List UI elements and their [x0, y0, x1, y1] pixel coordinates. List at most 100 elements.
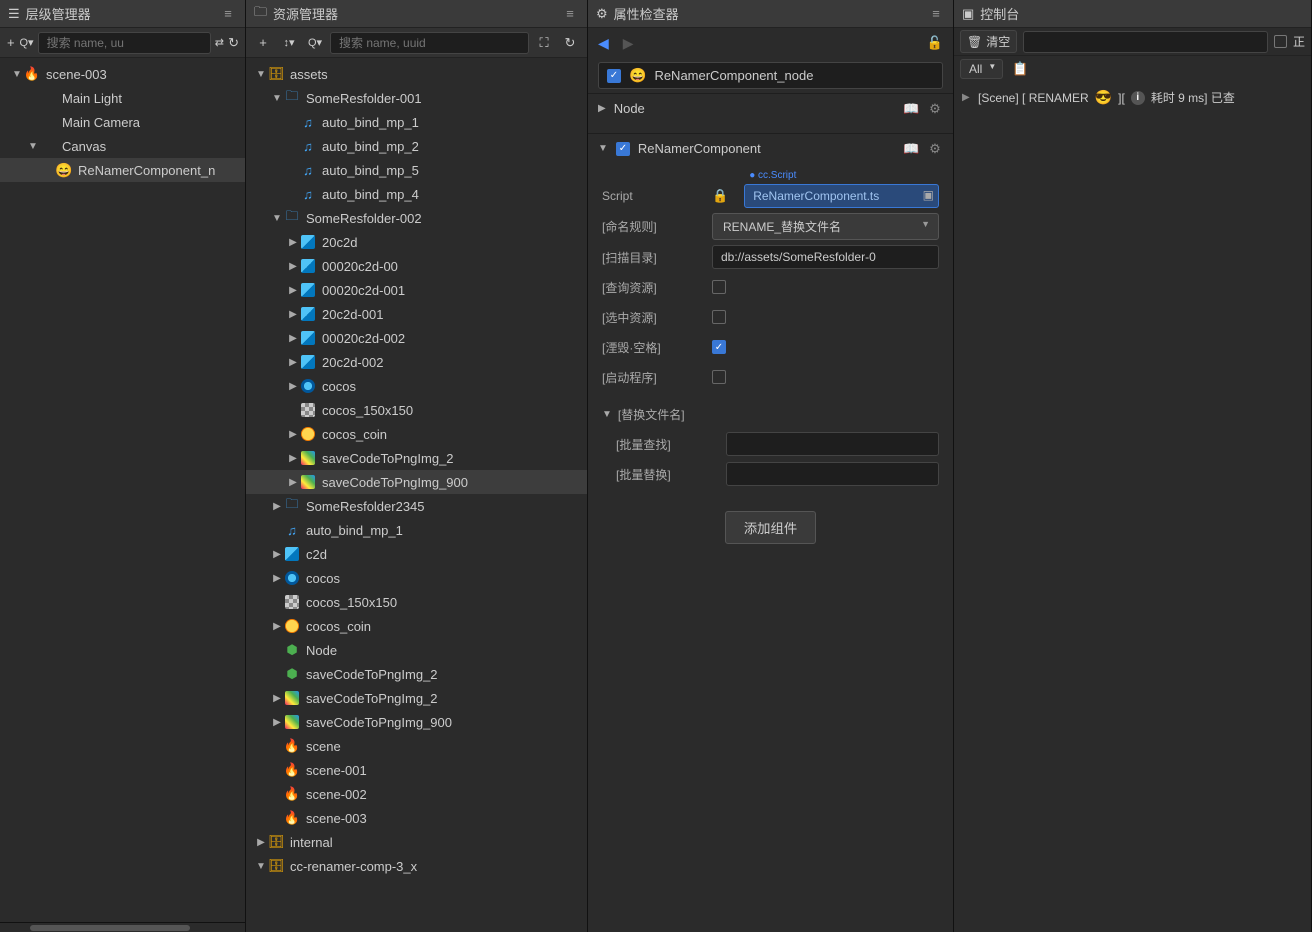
script-reference-field[interactable]: ReNamerComponent.ts ▣: [744, 184, 939, 208]
tree-item[interactable]: ▶20c2d-001: [246, 302, 587, 326]
chevron-right-icon[interactable]: ▶: [286, 475, 300, 489]
scan-dir-input[interactable]: [712, 245, 939, 269]
chevron-right-icon[interactable]: ▶: [270, 691, 284, 705]
tree-item[interactable]: ▶😄ReNamerComponent_n: [0, 158, 245, 182]
tree-item[interactable]: ▶Main Camera: [0, 110, 245, 134]
tree-item[interactable]: ▶saveCodeToPngImg_900: [246, 710, 587, 734]
chevron-down-icon[interactable]: ▼: [26, 139, 40, 153]
tree-item[interactable]: ▼🗄cc-renamer-comp-3_x: [246, 854, 587, 878]
naming-rule-select[interactable]: RENAME_替换文件名: [712, 213, 939, 240]
tree-item[interactable]: ▶saveCodeToPngImg_2: [246, 446, 587, 470]
tree-item[interactable]: ▶⬢Node: [246, 638, 587, 662]
chevron-right-icon[interactable]: ▶: [270, 547, 284, 561]
add-component-button[interactable]: 添加组件: [725, 511, 816, 544]
tree-item[interactable]: ▶00020c2d-00: [246, 254, 587, 278]
hierarchy-scrollbar[interactable]: [0, 922, 245, 932]
chevron-right-icon[interactable]: ▶: [270, 499, 284, 513]
add-asset-button[interactable]: +: [252, 32, 274, 54]
expand-button[interactable]: ⛶: [533, 32, 555, 54]
inspector-menu-button[interactable]: ≡: [927, 5, 945, 23]
tree-item[interactable]: ▼🗀SomeResfolder-001: [246, 86, 587, 110]
chevron-down-icon[interactable]: ▼: [270, 211, 284, 225]
add-node-button[interactable]: +: [6, 32, 16, 54]
help-icon[interactable]: 📖: [903, 101, 919, 117]
chevron-right-icon[interactable]: ▶: [286, 427, 300, 441]
node-section-header[interactable]: ▶ Node 📖 ⚙: [588, 93, 953, 123]
tree-item[interactable]: ▶🔥scene-002: [246, 782, 587, 806]
search-mode-button[interactable]: Q▾: [20, 32, 34, 54]
assets-menu-button[interactable]: ≡: [561, 5, 579, 23]
select-res-checkbox[interactable]: [712, 310, 726, 324]
expand-log-icon[interactable]: ▶: [962, 92, 972, 103]
tree-item[interactable]: ▶cocos: [246, 566, 587, 590]
chevron-right-icon[interactable]: ▶: [286, 355, 300, 369]
tree-item[interactable]: ▶♫auto_bind_mp_5: [246, 158, 587, 182]
chevron-down-icon[interactable]: ▼: [270, 91, 284, 105]
assets-refresh-button[interactable]: ↻: [559, 32, 581, 54]
chevron-down-icon[interactable]: ▼: [254, 859, 268, 873]
assets-search-input[interactable]: [330, 32, 529, 54]
tree-item[interactable]: ▶♫auto_bind_mp_4: [246, 182, 587, 206]
tree-item[interactable]: ▶cocos_coin: [246, 614, 587, 638]
refresh-button[interactable]: ↻: [228, 32, 239, 54]
tree-item[interactable]: ▶20c2d-002: [246, 350, 587, 374]
tree-item[interactable]: ▶🔥scene: [246, 734, 587, 758]
tree-item[interactable]: ▶c2d: [246, 542, 587, 566]
launch-checkbox[interactable]: [712, 370, 726, 384]
chevron-down-icon[interactable]: ▼: [10, 67, 24, 81]
lock-icon[interactable]: 🔓: [927, 35, 943, 51]
tree-item[interactable]: ▶00020c2d-002: [246, 326, 587, 350]
tree-item[interactable]: ▶00020c2d-001: [246, 278, 587, 302]
component-enabled-checkbox[interactable]: [616, 142, 630, 156]
tree-item[interactable]: ▼Canvas: [0, 134, 245, 158]
chevron-right-icon[interactable]: ▶: [286, 307, 300, 321]
tree-item[interactable]: ▶saveCodeToPngImg_2: [246, 686, 587, 710]
batch-replace-input[interactable]: [726, 462, 939, 486]
replace-section-header[interactable]: ▼ [替换文件名]: [588, 400, 953, 429]
component-gear-icon[interactable]: ⚙: [927, 141, 943, 157]
tree-item[interactable]: ▶cocos_150x150: [246, 590, 587, 614]
log-level-select[interactable]: All: [960, 59, 1003, 79]
chevron-right-icon[interactable]: ▶: [270, 619, 284, 633]
copy-button[interactable]: 📋: [1009, 58, 1031, 80]
tree-item[interactable]: ▼🔥scene-003: [0, 62, 245, 86]
hierarchy-menu-button[interactable]: ≡: [219, 5, 237, 23]
asset-search-mode-button[interactable]: Q▾: [304, 32, 326, 54]
chevron-right-icon[interactable]: ▶: [270, 571, 284, 585]
nav-forward-button[interactable]: ▶: [623, 35, 634, 52]
script-browse-icon[interactable]: ▣: [923, 188, 934, 202]
tree-item[interactable]: ▶cocos: [246, 374, 587, 398]
console-filter-input[interactable]: [1023, 31, 1268, 53]
tree-item[interactable]: ▶cocos_150x150: [246, 398, 587, 422]
tree-item[interactable]: ▶Main Light: [0, 86, 245, 110]
batch-find-input[interactable]: [726, 432, 939, 456]
tree-item[interactable]: ▶🔥scene-003: [246, 806, 587, 830]
chevron-right-icon[interactable]: ▶: [286, 283, 300, 297]
tree-item[interactable]: ▶♫auto_bind_mp_1: [246, 110, 587, 134]
component-help-icon[interactable]: 📖: [903, 141, 919, 157]
chevron-right-icon[interactable]: ▶: [286, 451, 300, 465]
destroy-space-checkbox[interactable]: [712, 340, 726, 354]
tree-item[interactable]: ▼🗀SomeResfolder-002: [246, 206, 587, 230]
tree-item[interactable]: ▶🗄internal: [246, 830, 587, 854]
tree-item[interactable]: ▼🗄assets: [246, 62, 587, 86]
clear-button[interactable]: 🗑 清空: [960, 30, 1017, 53]
tree-item[interactable]: ▶🔥scene-001: [246, 758, 587, 782]
tree-item[interactable]: ▶20c2d: [246, 230, 587, 254]
hierarchy-search-input[interactable]: [38, 32, 211, 54]
chevron-right-icon[interactable]: ▶: [270, 715, 284, 729]
chevron-down-icon[interactable]: ▼: [254, 67, 268, 81]
chevron-right-icon[interactable]: ▶: [286, 331, 300, 345]
sort-button[interactable]: ↕▾: [278, 32, 300, 54]
tree-item[interactable]: ▶cocos_coin: [246, 422, 587, 446]
tree-item[interactable]: ▶⬢saveCodeToPngImg_2: [246, 662, 587, 686]
query-res-checkbox[interactable]: [712, 280, 726, 294]
chevron-right-icon[interactable]: ▶: [254, 835, 268, 849]
chevron-right-icon[interactable]: ▶: [286, 259, 300, 273]
regex-checkbox[interactable]: [1274, 35, 1287, 48]
tree-item[interactable]: ▶🗀SomeResfolder2345: [246, 494, 587, 518]
component-header[interactable]: ▼ ReNamerComponent 📖 ⚙: [588, 133, 953, 163]
tree-item[interactable]: ▶♫auto_bind_mp_1: [246, 518, 587, 542]
node-enabled-checkbox[interactable]: [607, 69, 621, 83]
node-gear-icon[interactable]: ⚙: [927, 101, 943, 117]
